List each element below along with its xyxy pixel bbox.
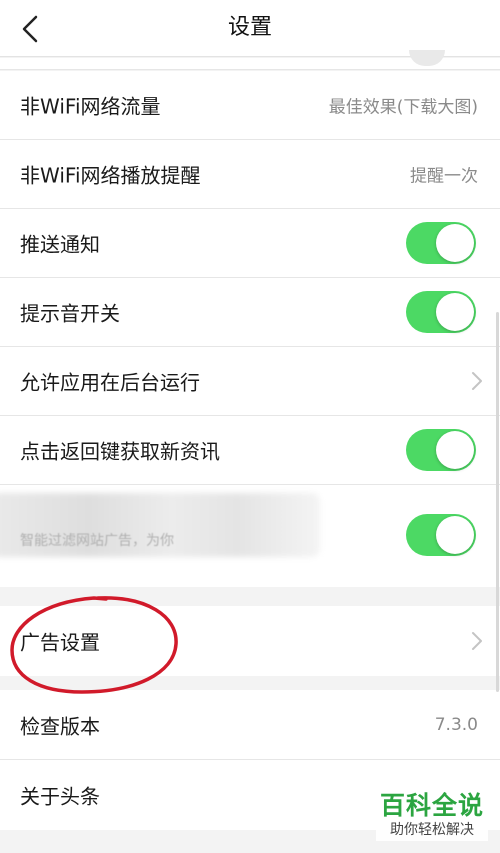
setting-label: 检查版本 [20,714,100,738]
setting-value: 提醒一次 [410,166,478,187]
setting-label: 非WiFi网络播放提醒 [20,163,201,188]
setting-row-push-notification: 推送通知 [0,209,500,278]
setting-row-non-wifi-traffic[interactable]: 非WiFi网络流量 最佳效果(下载大图) [0,71,500,140]
page-title: 设置 [227,15,272,40]
push-notification-toggle[interactable] [406,222,476,264]
setting-label: 推送通知 [20,232,100,257]
setting-label: 允许应用在后台运行 [20,370,200,395]
watermark-title: 百科全说 [379,791,484,820]
setting-row-ad-settings[interactable]: 广告设置 [0,606,500,676]
setting-row-non-wifi-play-alert[interactable]: 非WiFi网络播放提醒 提醒一次 [0,140,500,209]
setting-label: 关于头条 [20,784,100,809]
watermark-subtitle: 助你轻松解决 [389,822,474,838]
setting-row-ad-filter: 智能过滤网站广告，为你 [0,485,500,587]
setting-label-obscured: 智能过滤网站广告，为你 [20,533,174,549]
settings-group-main: 非WiFi网络流量 最佳效果(下载大图) 非WiFi网络播放提醒 提醒一次 推送… [0,71,500,587]
version-value: 7.3.0 [434,714,478,735]
setting-row-back-refresh: 点击返回键获取新资讯 [0,416,500,485]
setting-row-background-run[interactable]: 允许应用在后台运行 [0,347,500,416]
settings-group-ads: 广告设置 [0,606,500,676]
setting-row-sound: 提示音开关 [0,278,500,347]
setting-row-check-version[interactable]: 检查版本 7.3.0 [0,690,500,760]
partial-row-above [0,50,500,70]
sound-toggle[interactable] [406,291,476,333]
setting-label: 非WiFi网络流量 [20,94,161,119]
setting-value: 最佳效果(下载大图) [328,97,478,118]
ad-filter-toggle[interactable] [406,514,476,556]
setting-label: 提示音开关 [20,301,120,326]
nav-header: 设置 [0,0,500,57]
back-refresh-toggle[interactable] [406,429,476,471]
chevron-right-icon [472,372,482,390]
chevron-right-icon [472,632,482,650]
setting-label: 点击返回键获取新资讯 [20,439,220,464]
scrollbar[interactable] [496,312,499,692]
setting-label: 广告设置 [20,630,100,655]
watermark-logo: 百科全说 助你轻松解决 [375,789,488,841]
